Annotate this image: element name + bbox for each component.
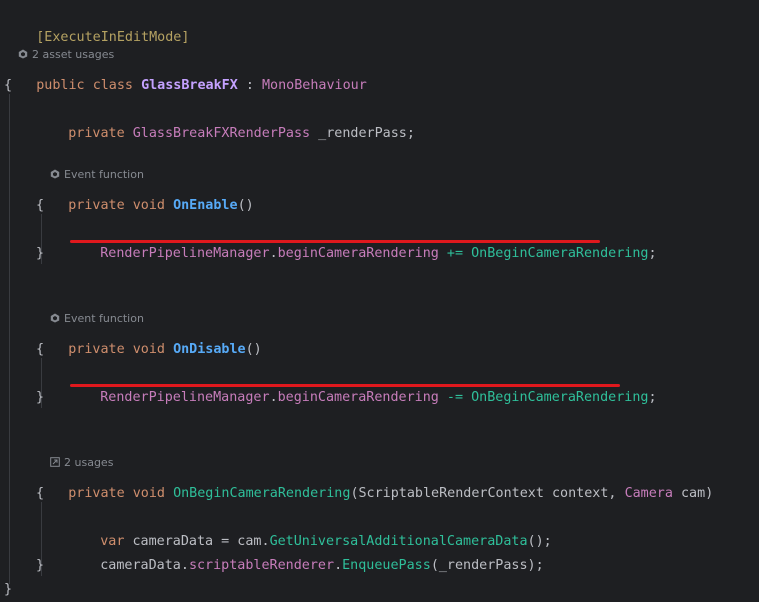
code-line[interactable]: RenderPipelineManager.beginCameraRenderi… <box>68 362 656 405</box>
code-line[interactable]: { <box>36 194 44 218</box>
brace: } <box>4 582 13 597</box>
code-line[interactable]: var cameraData = cam.GetUniversalAdditio… <box>68 506 551 549</box>
base-class: MonoBehaviour <box>262 78 367 93</box>
code-line[interactable]: { <box>36 338 44 362</box>
type-name: RenderPipelineManager <box>100 390 270 405</box>
code-line[interactable]: { <box>4 74 12 98</box>
code-vision-hint[interactable]: Event function <box>36 295 144 325</box>
keyword: private <box>68 126 125 141</box>
parameter: cam <box>672 486 706 501</box>
keyword: private <box>68 486 125 501</box>
field-name: _renderPass <box>310 126 407 141</box>
brace: { <box>4 78 13 93</box>
code-line[interactable]: private GlassBreakFXRenderPass _renderPa… <box>36 98 415 141</box>
operator: -= <box>438 390 472 405</box>
punctuation: ; <box>648 246 657 261</box>
handler-name: OnBeginCameraRendering <box>471 246 649 261</box>
code-line[interactable]: public class GlassBreakFX : MonoBehaviou… <box>4 50 367 93</box>
punctuation: ( <box>350 486 359 501</box>
keyword: void <box>132 486 165 501</box>
property-name: scriptableRenderer <box>188 558 335 573</box>
keyword: private <box>68 342 125 357</box>
keyword: void <box>132 342 165 357</box>
method-name: OnDisable <box>173 342 246 357</box>
brace: } <box>36 390 45 405</box>
handler-name: OnBeginCameraRendering <box>471 390 649 405</box>
code-line[interactable]: private void OnBeginCameraRendering(Scri… <box>36 458 713 501</box>
method-call: EnqueuePass <box>342 558 431 573</box>
code-vision-hint[interactable]: Event function <box>36 151 144 181</box>
code-line[interactable]: cameraData.scriptableRenderer.EnqueuePas… <box>68 530 543 573</box>
brace: { <box>36 486 45 501</box>
code-vision-hint[interactable]: 2 asset usages <box>4 31 114 61</box>
code-line[interactable]: private void OnDisable() <box>36 314 262 357</box>
indent-guide <box>9 94 10 584</box>
brace: { <box>36 198 45 213</box>
event-name: beginCameraRendering <box>277 246 439 261</box>
code-line[interactable]: } <box>36 242 44 266</box>
brace: } <box>36 246 45 261</box>
brace: } <box>36 558 45 573</box>
code-line[interactable]: } <box>36 386 44 410</box>
method-name: OnBeginCameraRendering <box>173 486 351 501</box>
code-line[interactable]: } <box>4 578 12 602</box>
method-name: OnEnable <box>173 198 238 213</box>
code-text: cameraData. <box>100 558 189 573</box>
event-name: beginCameraRendering <box>277 390 439 405</box>
code-line[interactable]: } <box>36 554 44 578</box>
parameter: context, <box>543 486 625 501</box>
code-vision-hint[interactable]: 2 usages <box>36 439 113 469</box>
brace: { <box>36 342 45 357</box>
type-name: RenderPipelineManager <box>100 246 270 261</box>
punctuation: : <box>237 78 262 93</box>
parameter-type: ScriptableRenderContext <box>358 486 544 501</box>
operator: += <box>438 246 472 261</box>
type-name: GlassBreakFXRenderPass <box>132 126 311 141</box>
parameter-type: Camera <box>624 486 673 501</box>
keyword: public <box>36 78 85 93</box>
code-line[interactable]: private void OnEnable() <box>36 170 253 213</box>
code-line[interactable]: RenderPipelineManager.beginCameraRenderi… <box>68 218 656 261</box>
code-line[interactable]: { <box>36 482 44 506</box>
keyword: private <box>68 198 125 213</box>
class-name: GlassBreakFX <box>141 78 238 93</box>
red-underline <box>70 240 600 243</box>
punctuation: () <box>245 342 262 357</box>
code-editor[interactable]: [ExecuteInEditMode] 2 asset usages publi… <box>0 0 759 600</box>
punctuation: . <box>334 558 343 573</box>
punctuation: . <box>269 246 278 261</box>
punctuation: . <box>269 390 278 405</box>
keyword: void <box>132 198 165 213</box>
punctuation: ; <box>406 126 415 141</box>
punctuation: () <box>237 198 254 213</box>
punctuation: ; <box>648 390 657 405</box>
code-line[interactable]: [ExecuteInEditMode] <box>4 2 189 45</box>
punctuation: ) <box>705 486 714 501</box>
code-text: (_renderPass); <box>430 558 544 573</box>
keyword: class <box>92 78 133 93</box>
red-underline <box>70 384 620 387</box>
